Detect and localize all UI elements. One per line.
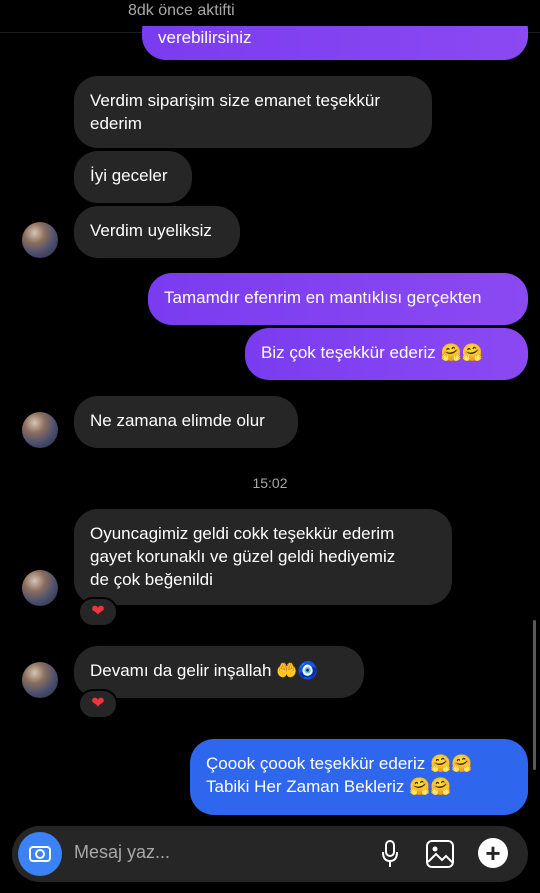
reaction-badge[interactable]: ❤ bbox=[78, 597, 118, 627]
message-text-line: Oyuncagimiz geldi cokk teşekkür ederim bbox=[90, 524, 395, 543]
gallery-icon[interactable] bbox=[426, 840, 454, 868]
message-incoming[interactable]: Ne zamana elimde olur bbox=[74, 396, 298, 448]
message-input[interactable]: Mesaj yaz... bbox=[74, 842, 170, 863]
message-text: verebilirsiniz bbox=[158, 28, 252, 47]
message-text-line: ederim bbox=[90, 114, 142, 133]
message-composer[interactable]: Mesaj yaz... + bbox=[12, 826, 528, 882]
plus-icon[interactable]: + bbox=[478, 838, 508, 868]
message-incoming[interactable]: Verdim uyeliksiz bbox=[74, 206, 240, 258]
message-outgoing[interactable]: Tamamdır efenrim en mantıklısı gerçekten bbox=[148, 273, 528, 325]
message-text-line: Verdim siparişim size emanet teşekkür bbox=[90, 91, 381, 110]
heart-icon: ❤ bbox=[91, 695, 105, 712]
message-text: Ne zamana elimde olur bbox=[90, 411, 265, 430]
camera-lens bbox=[35, 849, 45, 859]
message-incoming[interactable]: Devamı da gelir inşallah 🤲🧿 bbox=[74, 646, 364, 698]
message-incoming[interactable]: İyi geceler bbox=[74, 151, 192, 203]
timestamp: 15:02 bbox=[252, 475, 288, 491]
message-text-line: gayet korunaklı ve güzel geldi hediyemiz bbox=[90, 547, 396, 566]
message-outgoing[interactable]: Çoook çoook teşekkür ederiz 🤗🤗 Tabiki He… bbox=[190, 739, 528, 815]
microphone-icon[interactable] bbox=[382, 840, 398, 868]
message-text: Biz çok teşekkür ederiz 🤗🤗 bbox=[261, 343, 483, 362]
message-text: Tamamdır efenrim en mantıklısı gerçekten bbox=[164, 288, 482, 307]
message-incoming[interactable]: Verdim siparişim size emanet teşekkür ed… bbox=[74, 76, 432, 148]
message-text-line: Tabiki Her Zaman Bekleriz 🤗🤗 bbox=[206, 777, 452, 796]
scrollbar[interactable] bbox=[533, 620, 536, 770]
sender-avatar[interactable] bbox=[22, 662, 58, 698]
header-cover bbox=[0, 0, 540, 26]
sender-avatar[interactable] bbox=[22, 570, 58, 606]
contact-status-overlay: 8dk önce aktifti bbox=[128, 2, 235, 19]
message-text-line: Çoook çoook teşekkür ederiz 🤗🤗 bbox=[206, 754, 473, 773]
message-text: Verdim uyeliksiz bbox=[90, 221, 212, 240]
reaction-badge[interactable]: ❤ bbox=[78, 689, 118, 719]
heart-icon: ❤ bbox=[91, 603, 105, 620]
sender-avatar[interactable] bbox=[22, 222, 58, 258]
message-outgoing[interactable]: Biz çok teşekkür ederiz 🤗🤗 bbox=[245, 328, 528, 380]
message-incoming[interactable]: Oyuncagimiz geldi cokk teşekkür ederim g… bbox=[74, 509, 452, 605]
message-text: İyi geceler bbox=[90, 166, 168, 185]
message-text-line: de çok beğenildi bbox=[90, 570, 213, 589]
sender-avatar[interactable] bbox=[22, 412, 58, 448]
camera-button[interactable] bbox=[18, 832, 62, 876]
message-text: Devamı da gelir inşallah 🤲🧿 bbox=[90, 661, 319, 680]
